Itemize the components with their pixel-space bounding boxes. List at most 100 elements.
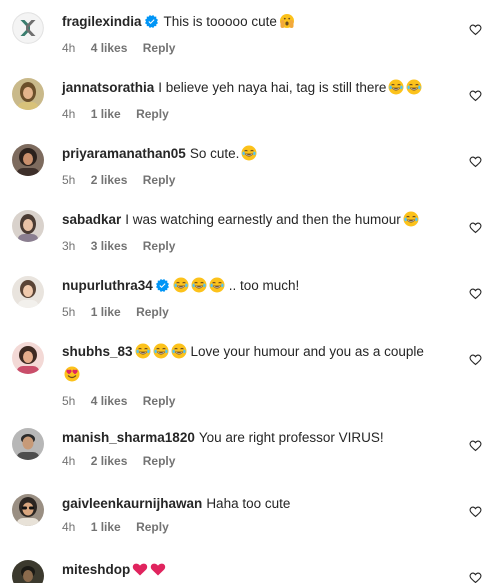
comment-likes-count[interactable]: 2 likes	[91, 173, 128, 187]
laugh-emoji	[209, 277, 225, 299]
laugh-emoji	[406, 79, 422, 101]
user-avatar[interactable]	[12, 12, 44, 44]
comment-text: .. too much!	[228, 278, 300, 293]
reply-button[interactable]: Reply	[143, 394, 176, 408]
like-comment-heart-icon[interactable]	[467, 220, 483, 236]
like-comment-heart-icon[interactable]	[467, 504, 483, 520]
user-avatar[interactable]	[12, 342, 44, 374]
reply-button[interactable]: Reply	[136, 107, 169, 121]
red-heart-emoji	[132, 561, 148, 583]
like-comment-heart-icon[interactable]	[467, 88, 483, 104]
comment-time: 5h	[62, 394, 76, 408]
comment-likes-count[interactable]: 2 likes	[91, 454, 128, 468]
comment-text: You are right professor VIRUS!	[198, 430, 384, 445]
comment-time: 5h	[62, 305, 76, 319]
comment-username[interactable]: miteshdop	[62, 562, 130, 577]
user-avatar[interactable]	[12, 428, 44, 460]
user-avatar[interactable]	[12, 144, 44, 176]
verified-badge-icon	[144, 14, 158, 34]
comment-likes-count[interactable]: 3 likes	[91, 239, 128, 253]
reply-button[interactable]: Reply	[143, 454, 176, 468]
comment-line: manish_sharma1820 You are right professor…	[62, 428, 441, 448]
comment-text: I believe yeh naya hai, tag is still the…	[158, 80, 387, 95]
comment-text: Love your humour and you as a couple	[190, 344, 424, 359]
comment-line: priyaramanathan05 So cute.	[62, 144, 441, 167]
comment-text: Haha too cute	[206, 496, 291, 511]
like-comment-heart-icon[interactable]	[467, 438, 483, 454]
reply-button[interactable]: Reply	[143, 41, 176, 55]
user-avatar[interactable]	[12, 276, 44, 308]
comment-meta: 3h 3 likes Reply	[62, 239, 441, 253]
comment-likes-count[interactable]: 1 like	[91, 305, 121, 319]
comment-time: 5h	[62, 173, 76, 187]
user-avatar[interactable]	[12, 210, 44, 242]
laugh-emoji	[403, 211, 419, 233]
comment-body: miteshdop	[62, 560, 441, 583]
user-avatar[interactable]	[12, 494, 44, 526]
laugh-emoji	[153, 343, 169, 365]
comments-list: fragilexindia This is tooooo cute 4h 4 li…	[0, 0, 489, 583]
comment-username[interactable]: shubhs_83	[62, 344, 133, 359]
like-comment-heart-icon[interactable]	[467, 570, 483, 583]
comment-meta: 4h 2 likes Reply	[62, 454, 441, 468]
comment-username[interactable]: jannatsorathia	[62, 80, 154, 95]
comment-meta: 4h 1 like Reply	[62, 520, 441, 534]
like-comment-heart-icon[interactable]	[467, 286, 483, 302]
laugh-emoji	[173, 277, 189, 299]
comment-username[interactable]: fragilexindia	[62, 14, 142, 29]
comment-meta: 5h 2 likes Reply	[62, 173, 441, 187]
comment-line: jannatsorathia I believe yeh naya hai, ta…	[62, 78, 441, 101]
reply-button[interactable]: Reply	[143, 173, 176, 187]
laugh-emoji	[241, 145, 257, 167]
like-comment-heart-icon[interactable]	[467, 22, 483, 38]
comment-body: manish_sharma1820 You are right professor…	[62, 428, 441, 468]
laugh-emoji	[135, 343, 151, 365]
user-avatar[interactable]	[12, 560, 44, 583]
comment-meta: 5h 4 likes Reply	[62, 394, 441, 408]
comment-username[interactable]: manish_sharma1820	[62, 430, 195, 445]
comment-username[interactable]: priyaramanathan05	[62, 146, 186, 161]
comment-likes-count[interactable]: 4 likes	[91, 394, 128, 408]
reply-button[interactable]: Reply	[143, 239, 176, 253]
comment-text: So cute.	[189, 146, 240, 161]
laugh-emoji	[191, 277, 207, 299]
comment-text: This is tooooo cute	[163, 14, 277, 29]
comment-line: gaivleenkaurnijhawan Haha too cute	[62, 494, 441, 514]
comment-time: 4h	[62, 454, 76, 468]
reply-button[interactable]: Reply	[136, 305, 169, 319]
comment-body: fragilexindia This is tooooo cute 4h 4 li…	[62, 12, 441, 55]
comment-line: sabadkar I was watching earnestly and the…	[62, 210, 441, 233]
comment-line: miteshdop	[62, 560, 441, 583]
comment-line: nupurluthra34 .. too much!	[62, 276, 441, 299]
comment-body: gaivleenkaurnijhawan Haha too cute 4h 1 l…	[62, 494, 441, 534]
reply-button[interactable]: Reply	[136, 520, 169, 534]
comment-meta: 4h 4 likes Reply	[62, 41, 441, 55]
comment-body: nupurluthra34 .. too much! 5h 1 like Repl…	[62, 276, 441, 319]
comment-username[interactable]: gaivleenkaurnijhawan	[62, 496, 202, 511]
comment-likes-count[interactable]: 1 like	[91, 107, 121, 121]
comment-likes-count[interactable]: 4 likes	[91, 41, 128, 55]
comment-body: jannatsorathia I believe yeh naya hai, ta…	[62, 78, 441, 121]
comment-body: sabadkar I was watching earnestly and the…	[62, 210, 441, 253]
laugh-emoji	[171, 343, 187, 365]
comment-line: fragilexindia This is tooooo cute	[62, 12, 441, 35]
laugh-emoji	[388, 79, 404, 101]
comment-time: 4h	[62, 520, 76, 534]
verified-badge-icon	[155, 278, 169, 298]
heart-eyes-emoji	[64, 366, 80, 388]
comment-time: 4h	[62, 107, 76, 121]
comment-username[interactable]: sabadkar	[62, 212, 121, 227]
comment-body: priyaramanathan05 So cute. 5h 2 likes Rep…	[62, 144, 441, 187]
comment-username[interactable]: nupurluthra34	[62, 278, 153, 293]
comment-line: shubhs_83 Love your humour and you as a c…	[62, 342, 441, 388]
red-heart-emoji	[150, 561, 166, 583]
like-comment-heart-icon[interactable]	[467, 154, 483, 170]
user-avatar[interactable]	[12, 78, 44, 110]
comment-likes-count[interactable]: 1 like	[91, 520, 121, 534]
comment-time: 3h	[62, 239, 76, 253]
comment-meta: 5h 1 like Reply	[62, 305, 441, 319]
comment-meta: 4h 1 like Reply	[62, 107, 441, 121]
like-comment-heart-icon[interactable]	[467, 352, 483, 368]
comment-body: shubhs_83 Love your humour and you as a c…	[62, 342, 441, 408]
hands-emoji	[279, 13, 295, 35]
